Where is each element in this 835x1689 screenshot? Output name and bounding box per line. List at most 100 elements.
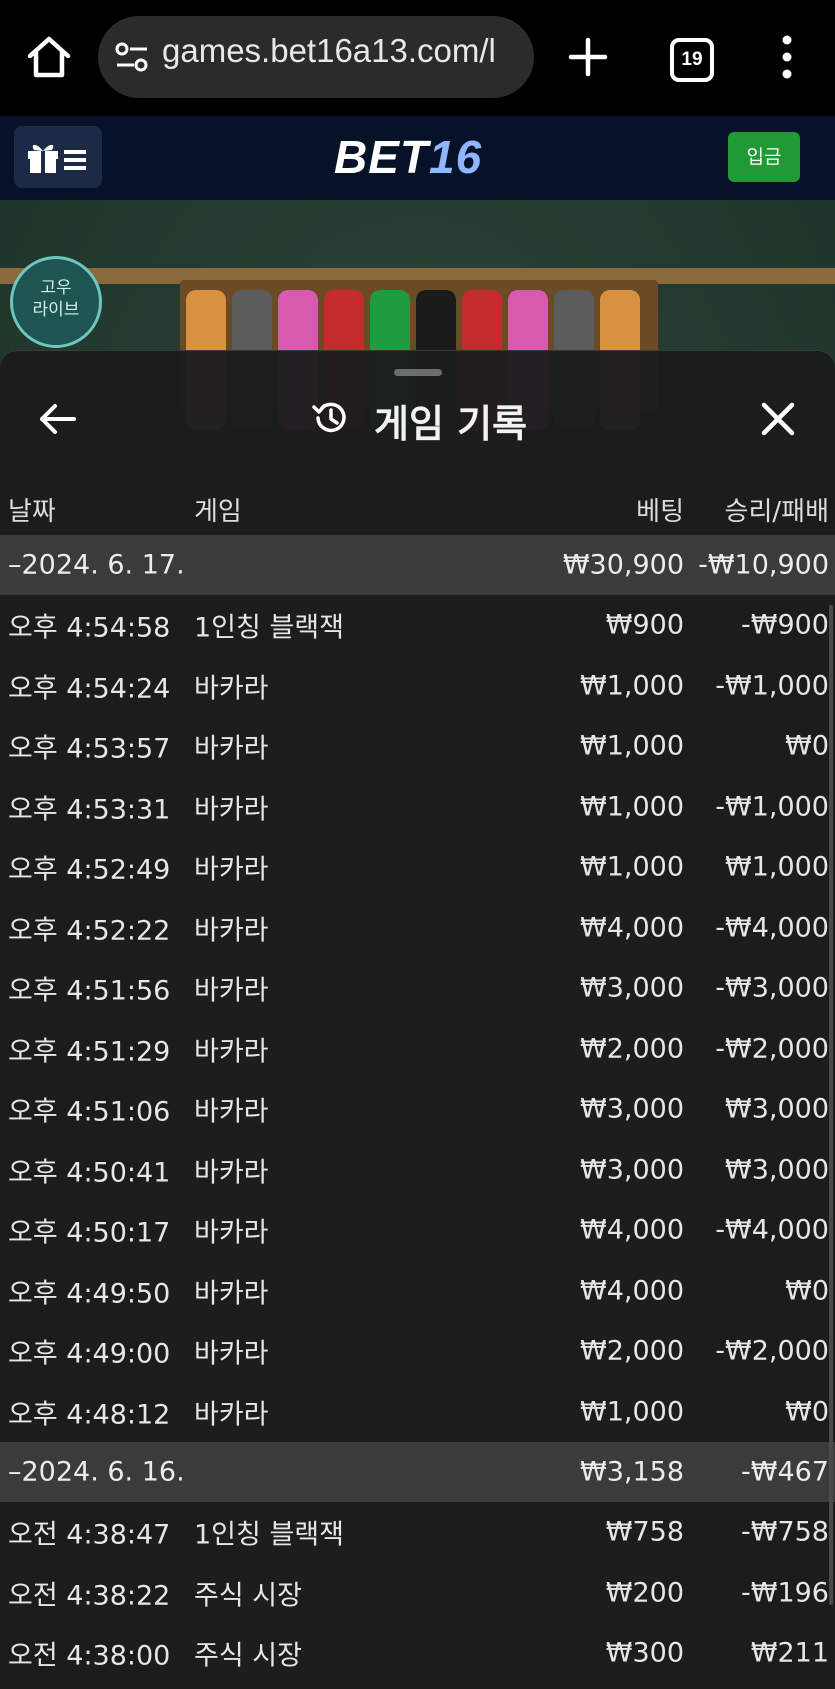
gift-menu-button[interactable] <box>14 126 102 188</box>
row-time: 오후 4:53:31 <box>8 794 171 826</box>
row-bet: ₩758 <box>605 1516 684 1548</box>
column-header-date: 날짜 <box>8 497 56 527</box>
history-row[interactable]: 오후 4:52:22 바카라 ₩4,000 -₩4,000 <box>0 898 835 959</box>
row-bet: ₩4,000 <box>580 912 684 944</box>
row-game: 바카라 <box>194 733 269 765</box>
row-time: 오후 4:49:50 <box>8 1278 171 1310</box>
row-bet: ₩1,000 <box>580 851 684 883</box>
browser-toolbar: games.bet16a13.com/l 19 <box>0 0 835 116</box>
history-row[interactable]: 오후 4:48:12 바카라 ₩1,000 ₩0 <box>0 1382 835 1443</box>
history-icon <box>312 402 346 433</box>
row-game: 바카라 <box>194 1096 269 1128</box>
row-bet: ₩200 <box>605 1577 684 1609</box>
badge-line-1: 고우 <box>40 278 72 298</box>
badge-line-2: 라이브 <box>32 300 80 320</box>
row-time: 오전 4:38:00 <box>8 1640 171 1672</box>
new-tab-icon[interactable] <box>568 32 608 82</box>
row-game: 바카라 <box>194 1338 269 1370</box>
row-time: 오후 4:53:57 <box>8 733 171 765</box>
drag-handle[interactable] <box>394 369 442 376</box>
history-row[interactable]: 오후 4:51:06 바카라 ₩3,000 ₩3,000 <box>0 1079 835 1140</box>
address-bar[interactable]: games.bet16a13.com/l <box>98 16 534 98</box>
row-result: -₩2,000 <box>715 1033 829 1065</box>
back-arrow-icon[interactable] <box>38 399 78 439</box>
history-row[interactable]: 오후 4:53:57 바카라 ₩1,000 ₩0 <box>0 716 835 777</box>
row-time: 오전 4:38:47 <box>8 1519 171 1551</box>
row-time: 오후 4:49:00 <box>8 1338 171 1370</box>
row-result: -₩2,000 <box>715 1335 829 1367</box>
history-row[interactable]: 오후 4:51:56 바카라 ₩3,000 -₩3,000 <box>0 958 835 1019</box>
close-icon[interactable] <box>758 399 798 439</box>
row-game: 바카라 <box>194 1399 269 1431</box>
row-time: 오후 4:50:41 <box>8 1157 171 1189</box>
history-row[interactable]: 오전 4:38:47 1인칭 블랙잭 ₩758 -₩758 <box>0 1502 835 1563</box>
history-row[interactable]: 오후 4:49:50 바카라 ₩4,000 ₩0 <box>0 1261 835 1322</box>
home-icon[interactable] <box>24 32 74 82</box>
row-game: 1인칭 블랙잭 <box>194 612 344 644</box>
site-logo[interactable]: BET16 <box>334 130 482 184</box>
row-result: ₩3,000 <box>725 1154 829 1186</box>
row-game: 바카라 <box>194 1036 269 1068</box>
row-time: 오전 4:38:22 <box>8 1580 171 1612</box>
date-group-header[interactable]: –2024. 6. 16. ₩3,158 -₩467 <box>0 1442 835 1502</box>
history-row[interactable]: 오전 4:38:00 주식 시장 ₩300 ₩211 <box>0 1623 835 1684</box>
row-result: -₩4,000 <box>715 912 829 944</box>
group-date: –2024. 6. 17. <box>8 549 185 581</box>
row-time: 오후 4:51:29 <box>8 1036 171 1068</box>
row-time: 오후 4:51:56 <box>8 975 171 1007</box>
row-result: ₩3,000 <box>725 1093 829 1125</box>
goo-live-badge[interactable]: 고우 라이브 <box>10 256 102 348</box>
row-result: ₩211 <box>750 1637 829 1669</box>
history-row[interactable]: 오후 4:50:41 바카라 ₩3,000 ₩3,000 <box>0 1140 835 1201</box>
row-result: ₩0 <box>785 730 829 762</box>
history-row[interactable]: 오후 4:51:29 바카라 ₩2,000 -₩2,000 <box>0 1019 835 1080</box>
row-time: 오후 4:54:24 <box>8 673 171 705</box>
row-time: 오후 4:48:12 <box>8 1399 171 1431</box>
row-bet: ₩1,000 <box>580 1396 684 1428</box>
row-game: 바카라 <box>194 1157 269 1189</box>
history-row[interactable]: 오후 4:53:31 바카라 ₩1,000 -₩1,000 <box>0 777 835 838</box>
column-header-result: 승리/패배 <box>724 497 829 527</box>
row-game: 바카라 <box>194 854 269 886</box>
group-result-total: -₩10,900 <box>698 549 829 581</box>
logo-text-bet: BET <box>334 131 429 183</box>
panel-title: 게임 기록 <box>374 402 528 446</box>
row-game: 1인칭 블랙잭 <box>194 1519 344 1551</box>
row-game: 바카라 <box>194 975 269 1007</box>
row-game: 바카라 <box>194 794 269 826</box>
row-bet: ₩3,000 <box>580 1154 684 1186</box>
row-bet: ₩3,000 <box>580 1093 684 1125</box>
scrollbar[interactable] <box>829 605 833 1605</box>
row-bet: ₩900 <box>605 609 684 641</box>
history-row[interactable]: 오후 4:54:24 바카라 ₩1,000 -₩1,000 <box>0 656 835 717</box>
row-bet: ₩4,000 <box>580 1214 684 1246</box>
group-bet-total: ₩30,900 <box>562 549 684 581</box>
logo-text-16: 16 <box>429 131 483 183</box>
group-result-total: -₩467 <box>741 1456 829 1488</box>
row-game: 바카라 <box>194 915 269 947</box>
row-game: 바카라 <box>194 673 269 705</box>
row-result: ₩1,000 <box>725 851 829 883</box>
date-group-header[interactable]: –2024. 6. 17. ₩30,900 -₩10,900 <box>0 535 835 595</box>
site-header: BET16 입금 <box>0 116 835 201</box>
history-row[interactable]: 오후 4:52:49 바카라 ₩1,000 ₩1,000 <box>0 837 835 898</box>
history-row[interactable]: 오후 4:49:00 바카라 ₩2,000 -₩2,000 <box>0 1321 835 1382</box>
row-bet: ₩2,000 <box>580 1335 684 1367</box>
history-row[interactable]: 오후 4:54:58 1인칭 블랙잭 ₩900 -₩900 <box>0 595 835 656</box>
row-bet: ₩2,000 <box>580 1033 684 1065</box>
tab-switcher-button[interactable]: 19 <box>670 38 714 82</box>
row-result: -₩900 <box>741 609 829 641</box>
history-row[interactable]: 오전 4:38:22 주식 시장 ₩200 -₩196 <box>0 1563 835 1624</box>
deposit-button[interactable]: 입금 <box>728 132 800 182</box>
row-result: -₩758 <box>741 1516 829 1548</box>
history-row[interactable]: 오후 4:50:17 바카라 ₩4,000 -₩4,000 <box>0 1200 835 1261</box>
row-result: -₩1,000 <box>715 670 829 702</box>
site-settings-icon[interactable] <box>114 40 150 74</box>
group-date: –2024. 6. 16. <box>8 1456 185 1488</box>
row-result: ₩0 <box>785 1396 829 1428</box>
more-menu-icon[interactable] <box>776 34 798 80</box>
row-time: 오후 4:50:17 <box>8 1217 171 1249</box>
row-bet: ₩3,000 <box>580 972 684 1004</box>
row-time: 오후 4:52:49 <box>8 854 171 886</box>
row-result: -₩4,000 <box>715 1214 829 1246</box>
